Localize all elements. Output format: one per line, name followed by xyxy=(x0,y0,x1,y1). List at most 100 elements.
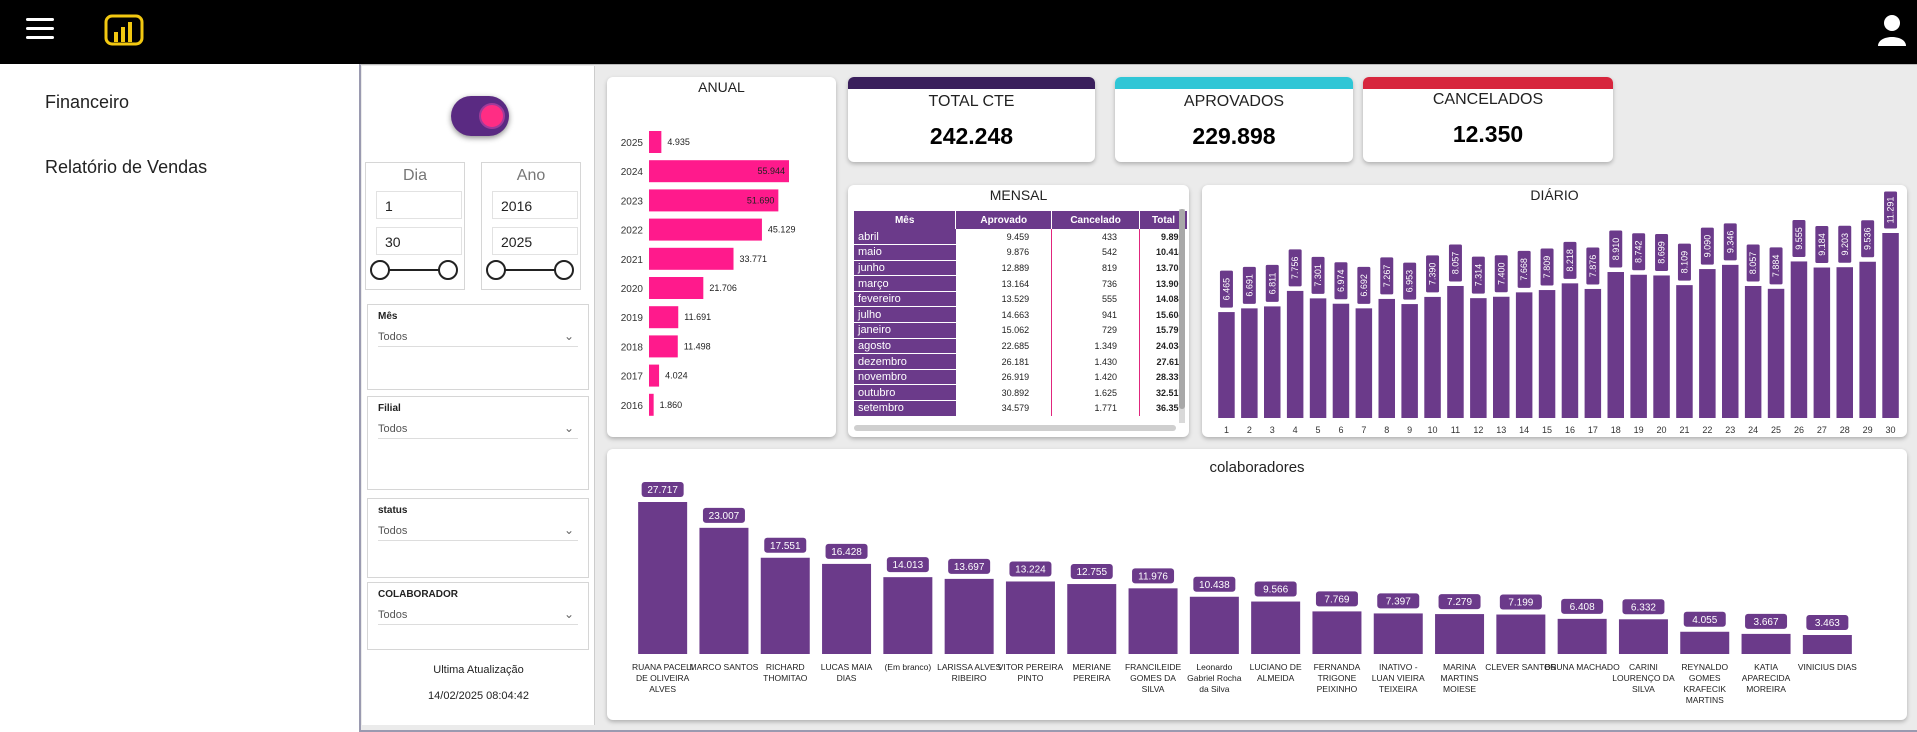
ano-slider-min-handle[interactable] xyxy=(486,260,506,280)
table-row[interactable]: setembro 34.579 1.771 36.350 xyxy=(854,400,1188,417)
bar xyxy=(649,393,654,416)
table-row[interactable]: março 13.164 736 13.900 xyxy=(854,275,1188,292)
filial-dropdown[interactable]: Todos ⌄ xyxy=(378,419,578,439)
bar xyxy=(1802,635,1852,654)
bar xyxy=(1653,275,1670,418)
status-slicer-label: status xyxy=(378,505,408,516)
bar xyxy=(649,218,762,241)
kpi-aprovados-title: APROVADOS xyxy=(1183,93,1285,110)
mensal-table-card: MENSAL Mês Aprovado Cancelado Total abri… xyxy=(848,185,1189,437)
tick-label: 2018 xyxy=(621,342,644,353)
column-header-aprovado[interactable]: Aprovado xyxy=(955,211,1053,229)
data-label: 6.332 xyxy=(1631,602,1656,613)
ano-range-slicer: Ano 2016 2025 xyxy=(481,162,581,290)
column-header-cancelado[interactable]: Cancelado xyxy=(1051,211,1141,229)
mensal-horizontal-scrollbar[interactable] xyxy=(854,425,1176,431)
tick-label: 24 xyxy=(1748,425,1758,435)
data-label: 3.667 xyxy=(1754,617,1779,628)
dia-slider-min-handle[interactable] xyxy=(370,260,390,280)
mes-dropdown[interactable]: Todos ⌄ xyxy=(378,327,578,347)
status-dropdown[interactable]: Todos ⌄ xyxy=(378,521,578,541)
table-row[interactable]: abril 9.459 433 9.892 xyxy=(854,229,1188,246)
tick-label: 2024 xyxy=(621,167,644,178)
bar xyxy=(1128,588,1178,654)
table-row[interactable]: julho 14.663 941 15.604 xyxy=(854,306,1188,324)
dia-slider[interactable] xyxy=(370,260,458,280)
column-header-mes[interactable]: Mês xyxy=(854,211,957,229)
data-label: 23.007 xyxy=(709,511,740,522)
tick-label: REYNALDO GOMES KRAFECIK MARTINS xyxy=(1681,662,1728,705)
bar xyxy=(1401,304,1418,418)
kpi-cancelados-card: CANCELADOS 12.350 xyxy=(1363,77,1613,162)
table-row[interactable]: junho 12.889 819 13.708 xyxy=(854,260,1188,277)
left-navigation: Financeiro Relatório de Vendas xyxy=(0,64,358,732)
data-label: 7.390 xyxy=(1428,263,1438,286)
table-row[interactable]: maio 9.876 542 10.418 xyxy=(854,244,1188,261)
dia-max-input[interactable]: 30 xyxy=(376,227,462,255)
colaborador-dropdown[interactable]: Todos ⌄ xyxy=(378,605,578,625)
data-label: 1.860 xyxy=(660,400,683,410)
tick-label: VINICIUS DIAS xyxy=(1798,662,1857,672)
tick-label: MERIANE PEREIRA xyxy=(1072,662,1111,683)
data-label: 33.771 xyxy=(740,254,768,264)
tick-label: 30 xyxy=(1886,425,1896,435)
ano-min-input[interactable]: 2016 xyxy=(492,191,578,219)
table-row[interactable]: outubro 30.892 1.625 32.517 xyxy=(854,384,1188,402)
nav-item-relatorio-vendas[interactable]: Relatório de Vendas xyxy=(45,157,207,178)
table-row[interactable]: fevereiro 13.529 555 14.084 xyxy=(854,291,1188,308)
dia-slider-max-handle[interactable] xyxy=(438,260,458,280)
user-icon[interactable] xyxy=(1876,12,1908,48)
table-row[interactable]: janeiro 15.062 729 15.791 xyxy=(854,322,1188,339)
table-row[interactable]: novembro 26.919 1.420 28.339 xyxy=(854,369,1188,386)
nav-item-financeiro[interactable]: Financeiro xyxy=(45,92,129,113)
data-label: 7.400 xyxy=(1496,262,1506,285)
status-slicer: status Todos ⌄ xyxy=(367,498,589,578)
bar xyxy=(1189,596,1239,654)
colaborador-dropdown-value: Todos xyxy=(378,609,408,621)
tick-label: 23 xyxy=(1725,425,1735,435)
tick-label: 2 xyxy=(1247,425,1252,435)
cell-mes: janeiro xyxy=(854,322,956,339)
tick-label: 10 xyxy=(1428,425,1438,435)
data-label: 8.742 xyxy=(1634,240,1644,263)
ano-max-input[interactable]: 2025 xyxy=(492,227,578,255)
bar xyxy=(760,557,810,654)
ano-slider[interactable] xyxy=(486,260,574,280)
tick-label: 2021 xyxy=(621,255,644,266)
bar xyxy=(1355,308,1373,418)
tick-label: 1 xyxy=(1224,425,1229,435)
mensal-vertical-scrollbar[interactable] xyxy=(1179,209,1185,423)
data-label: 6.465 xyxy=(1221,278,1231,301)
mes-slicer-label: Mês xyxy=(378,311,398,322)
data-label: 13.224 xyxy=(1015,564,1046,575)
table-row[interactable]: agosto 22.685 1.349 24.034 xyxy=(854,338,1188,355)
data-label: 9.536 xyxy=(1863,227,1873,250)
toggle-switch-icon[interactable] xyxy=(451,96,509,136)
kpi-total-cte-strip xyxy=(848,77,1095,89)
dia-min-input[interactable]: 1 xyxy=(376,191,462,219)
cell-aprovado: 22.685 xyxy=(955,338,1053,354)
data-label: 51.690 xyxy=(747,195,775,205)
scrollbar-thumb[interactable] xyxy=(1179,209,1185,409)
mes-dropdown-value: Todos xyxy=(378,331,408,343)
tick-label: 18 xyxy=(1611,425,1621,435)
bar xyxy=(1241,308,1258,418)
ano-slider-max-handle[interactable] xyxy=(554,260,574,280)
tick-label: 2023 xyxy=(621,196,644,207)
tick-label: 21 xyxy=(1679,425,1689,435)
tick-label: 2019 xyxy=(621,313,644,324)
filial-slicer-label: Filial xyxy=(378,403,401,414)
data-label: 27.717 xyxy=(647,485,678,496)
tick-label: MARINA MARTINS MOIESE xyxy=(1440,662,1478,694)
cell-cancelado: 555 xyxy=(1051,291,1141,307)
tick-label: 20 xyxy=(1657,425,1667,435)
chevron-down-icon: ⌄ xyxy=(563,421,574,435)
tick-label: 11 xyxy=(1451,425,1460,435)
table-row[interactable]: dezembro 26.181 1.430 27.611 xyxy=(854,353,1188,370)
data-label: 9.555 xyxy=(1794,227,1804,250)
bar xyxy=(1067,584,1117,654)
tick-label: 15 xyxy=(1542,425,1552,435)
diario-chart-card: DIÁRIO 6.465 1 6.691 2 6.811 3 7.756 4 7.301 5 6.9… xyxy=(1202,185,1907,437)
hamburger-icon[interactable] xyxy=(26,18,54,42)
dia-label: Dia xyxy=(402,167,427,184)
